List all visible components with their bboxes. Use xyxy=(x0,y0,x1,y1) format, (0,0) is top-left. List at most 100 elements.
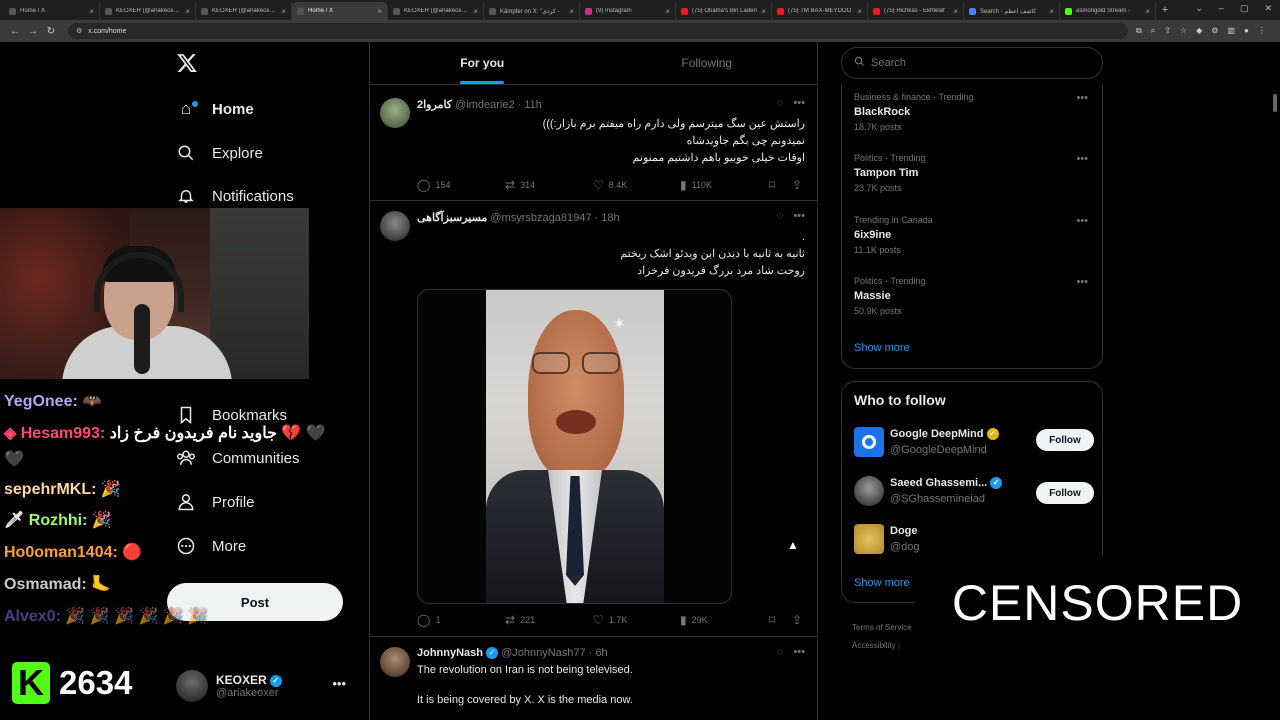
tweet[interactable]: مسیرسبزآگاهی @msyrsbzaga81947 · 18h ◌ •••… xyxy=(370,201,817,637)
more-dots-icon[interactable]: ••• xyxy=(332,676,346,691)
trends-show-more-link[interactable]: Show more xyxy=(854,342,910,354)
more-dots-icon[interactable]: ••• xyxy=(1076,153,1088,165)
bookmark-star-icon[interactable]: ☆ xyxy=(1180,26,1187,36)
tab-for-you[interactable]: For you xyxy=(370,42,595,84)
tweet-author-name[interactable]: مسیرسبزآگاهی xyxy=(417,212,487,224)
nav-notifications[interactable]: Notifications xyxy=(176,181,294,211)
terms-link[interactable]: Terms of Service xyxy=(852,619,912,637)
nav-home[interactable]: ⌂ Home xyxy=(176,94,254,124)
maximize-icon[interactable]: ▢ xyxy=(1240,3,1249,14)
forward-icon[interactable]: → xyxy=(24,26,42,37)
close-icon[interactable]: × xyxy=(953,7,958,16)
trend-item[interactable]: Business & finance · Trending BlackRock … xyxy=(854,92,1094,132)
more-dots-icon[interactable]: ••• xyxy=(1076,92,1088,104)
browser-tab[interactable]: (9) Instagram × xyxy=(580,2,676,20)
more-dots-icon[interactable]: ••• xyxy=(1076,276,1088,288)
grok-icon[interactable]: ◌ xyxy=(777,97,784,109)
views-button[interactable]: ▮ 110K xyxy=(680,178,712,192)
page-scrollbar[interactable] xyxy=(1273,94,1277,112)
extension-icon[interactable]: ◆ xyxy=(1196,26,1202,36)
tab-following[interactable]: Following xyxy=(595,42,818,84)
browser-tab[interactable]: asmongold Stream - × xyxy=(1060,2,1156,20)
follow-button[interactable]: Follow xyxy=(1036,482,1094,504)
zoom-icon[interactable]: ⌕ xyxy=(1151,26,1155,36)
grok-icon[interactable]: ◌ xyxy=(777,646,784,658)
tweet-author-handle[interactable]: @JohnnyNash77 xyxy=(501,647,586,659)
follow-button[interactable]: Follow xyxy=(1036,429,1094,451)
accessibility-link[interactable]: Accessibility | xyxy=(852,637,912,655)
tweet[interactable]: کامروا2 @imdearie2 · 11h ◌ ••• راستش عین … xyxy=(370,88,817,201)
close-icon[interactable]: × xyxy=(569,7,574,16)
reply-button[interactable]: ◯ 154 xyxy=(417,178,450,192)
account-switcher[interactable]: KEOXER ✓ @ariakeoxer ••• xyxy=(176,668,356,704)
browser-tab[interactable]: Search - کاشف اعظم × xyxy=(964,2,1060,20)
more-dots-icon[interactable]: ••• xyxy=(1076,215,1088,227)
close-icon[interactable]: × xyxy=(473,7,478,16)
site-info-icon[interactable]: ⚙ xyxy=(76,27,82,35)
avatar[interactable] xyxy=(380,211,410,241)
repost-button[interactable]: ⇄ 221 xyxy=(505,613,535,627)
close-icon[interactable]: × xyxy=(665,7,670,16)
minimize-icon[interactable]: – xyxy=(1219,3,1224,14)
grok-icon[interactable]: ◌ xyxy=(777,210,784,222)
extensions-puzzle-icon[interactable]: ⚙ xyxy=(1211,26,1218,36)
browser-tab[interactable]: (75) TM BAX-MEYDOO × xyxy=(772,2,868,20)
close-window-icon[interactable]: ✕ xyxy=(1264,3,1272,14)
like-button[interactable]: ♡ 1.7K xyxy=(593,613,627,627)
browser-tab[interactable]: (75) Obama's Bin Laden × xyxy=(676,2,772,20)
tweet-video[interactable]: ✶ xyxy=(417,289,732,604)
tweet[interactable]: JohnnyNash ✓ @JohnnyNash77 · 6h ◌ ••• The … xyxy=(370,637,817,720)
profile-avatar-icon[interactable]: ● xyxy=(1244,26,1249,36)
trend-item[interactable]: Politics · Trending Massie 50.9K posts •… xyxy=(854,276,1094,316)
share-button[interactable]: ⇪ xyxy=(792,178,807,192)
x-logo-icon[interactable] xyxy=(176,52,198,74)
browser-tab-active[interactable]: Home / X × xyxy=(292,2,388,20)
back-icon[interactable]: ← xyxy=(6,26,24,37)
trend-item[interactable]: Politics · Trending Tampon Tim 23.7K pos… xyxy=(854,153,1094,193)
tab-search-icon[interactable]: ⌄ xyxy=(1195,3,1203,14)
tweet-time[interactable]: 11h xyxy=(524,99,542,111)
browser-tab[interactable]: (75) Hichkas - Ekhtelaf × xyxy=(868,2,964,20)
tweet-time[interactable]: 18h xyxy=(601,212,619,224)
like-button[interactable]: ♡ 8.4K xyxy=(593,178,627,192)
nav-explore[interactable]: Explore xyxy=(176,138,263,168)
views-button[interactable]: ▮ 29K xyxy=(680,613,708,627)
follow-suggestion[interactable]: Google DeepMind ✓ @GoogleDeepMind Follow xyxy=(854,427,1094,459)
browser-tab[interactable]: KEOXER (@ariakeoxer) / X× xyxy=(196,2,292,20)
browser-tab[interactable]: Kämpfer on X: "کردی - × xyxy=(484,2,580,20)
tweet-author-name[interactable]: JohnnyNash xyxy=(417,647,483,659)
tweet-time[interactable]: 6h xyxy=(595,647,607,659)
close-icon[interactable]: × xyxy=(377,7,382,16)
close-icon[interactable]: × xyxy=(1049,7,1054,16)
avatar[interactable] xyxy=(380,647,410,677)
nav-more[interactable]: More xyxy=(176,531,246,561)
browser-tab[interactable]: Home / X × xyxy=(4,2,100,20)
tweet-author-handle[interactable]: @msyrsbzaga81947 xyxy=(490,212,591,224)
close-icon[interactable]: × xyxy=(1145,7,1150,16)
tweet-author-handle[interactable]: @imdearie2 xyxy=(455,99,514,111)
sidebar-icon[interactable]: ▥ xyxy=(1227,26,1235,36)
nav-profile[interactable]: Profile xyxy=(176,487,255,517)
url-input[interactable]: ⚙ x.com/home xyxy=(68,23,1128,39)
browser-tab[interactable]: KEOXER (@ariakeoxer) / X× xyxy=(388,2,484,20)
nav-communities[interactable]: Communities xyxy=(176,443,300,473)
avatar[interactable] xyxy=(380,98,410,128)
trend-item[interactable]: Trending in Canada 6ix9ine 11.1K posts •… xyxy=(854,215,1094,255)
install-app-icon[interactable]: ⧉ xyxy=(1136,26,1142,36)
bookmark-button[interactable]: ⌑ xyxy=(769,178,780,192)
close-icon[interactable]: × xyxy=(281,7,286,16)
more-dots-icon[interactable]: ••• xyxy=(793,210,805,222)
follow-suggestion[interactable]: Saeed Ghassemi... ✓ @SGhassemineiad Follo… xyxy=(854,476,1094,508)
close-icon[interactable]: × xyxy=(857,7,862,16)
tweet-author-name[interactable]: کامروا2 xyxy=(417,99,452,111)
bookmark-button[interactable]: ⌑ xyxy=(769,613,780,627)
close-icon[interactable]: × xyxy=(185,7,190,16)
reload-icon[interactable]: ↻ xyxy=(42,26,60,37)
close-icon[interactable]: × xyxy=(761,7,766,16)
share-button[interactable]: ⇪ xyxy=(792,613,807,627)
more-dots-icon[interactable]: ••• xyxy=(793,646,805,658)
close-icon[interactable]: × xyxy=(89,7,94,16)
more-dots-icon[interactable]: ••• xyxy=(793,97,805,109)
browser-tab[interactable]: KEOXER (@ariakeoxer) / X× xyxy=(100,2,196,20)
repost-button[interactable]: ⇄ 314 xyxy=(505,178,535,192)
